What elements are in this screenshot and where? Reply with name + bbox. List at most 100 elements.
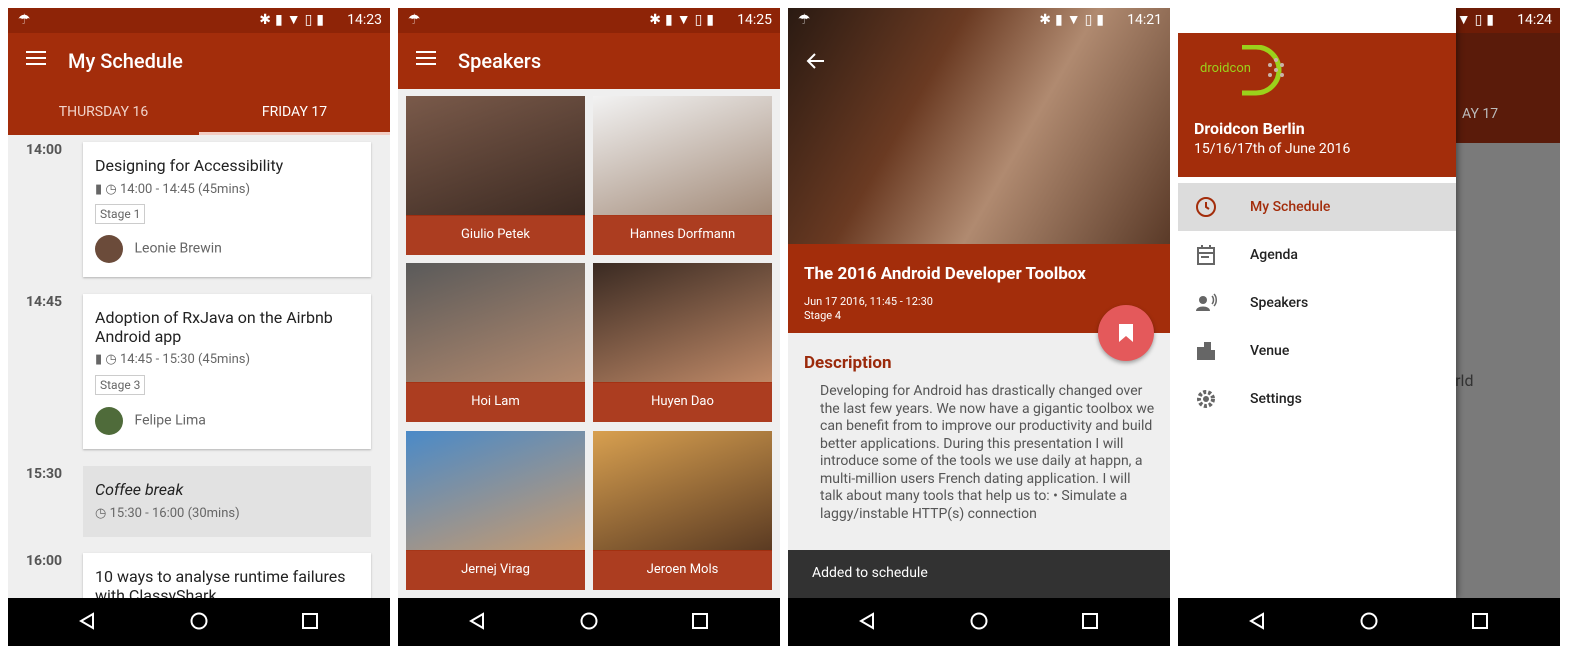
back-icon[interactable] [468, 612, 486, 630]
speaker-tile[interactable]: Giulio Petek [406, 96, 585, 255]
break-meta: ◷ 15:30 - 16:00 (30mins) [95, 506, 240, 521]
session-title: Adoption of RxJava on the Airbnb Android… [95, 308, 333, 346]
session-card[interactable]: Adoption of RxJava on the Airbnb Android… [83, 294, 371, 449]
speaker-name: Felipe Lima [134, 412, 206, 429]
clock-icon: ◷ [105, 182, 117, 197]
status-icons: ✱▮▼▯▮ [1039, 12, 1108, 28]
speaker[interactable]: Felipe Lima [95, 407, 206, 435]
description-text: Developing for Android has drastically c… [820, 383, 1155, 522]
home-icon[interactable] [190, 612, 208, 630]
description-heading: Description [804, 353, 892, 373]
page-title: My Schedule [68, 49, 183, 73]
stage-badge: Stage 1 [95, 204, 146, 224]
speaker-photo [593, 263, 772, 383]
snackbar: Added to schedule [788, 550, 1170, 598]
speaker-photo [406, 263, 585, 383]
navigation-drawer: droidcon Droidcon Berlin 15/16/17th of J… [1178, 8, 1456, 598]
speaker-tile[interactable]: Hoi Lam [406, 263, 585, 422]
slot-time: 14:45 [26, 294, 63, 310]
drawer-item-label: Agenda [1250, 247, 1298, 263]
avatar [95, 407, 123, 435]
recents-icon[interactable] [301, 612, 319, 630]
speaker-name: Huyen Dao [593, 382, 772, 422]
status-time: 14:23 [347, 12, 382, 28]
system-nav-bar [398, 598, 780, 646]
speaker-name: Leonie Brewin [134, 240, 222, 257]
back-icon[interactable] [858, 612, 876, 630]
drawer-item-label: My Schedule [1250, 199, 1331, 215]
home-icon[interactable] [580, 612, 598, 630]
session-card[interactable]: Designing for Accessibility ▮ ◷ 14:00 - … [83, 142, 371, 277]
speaker-tile[interactable]: Jernej Virag [406, 431, 585, 590]
recents-icon[interactable] [1081, 612, 1099, 630]
bookmark-fab[interactable] [1098, 305, 1154, 361]
drawer-item-agenda[interactable]: Agenda [1178, 231, 1456, 279]
session-time: 14:45 - 15:30 (45mins) [119, 352, 251, 367]
talk-detail-screen: ☂ ✱▮▼▯▮ 14:21 The 2016 Android Developer… [788, 8, 1170, 646]
status-icons: ✱▮▼▯▮ [259, 12, 328, 28]
day-tabs: THURSDAY 16 FRIDAY 17 [8, 89, 390, 135]
calendar-icon [1197, 245, 1215, 265]
slot-time: 16:00 [26, 553, 63, 569]
android-notification-icon: ☂ [798, 12, 811, 28]
tab-friday[interactable]: FRIDAY 17 [199, 104, 390, 120]
drawer-item-settings[interactable]: Settings [1178, 375, 1456, 423]
back-icon[interactable] [1248, 612, 1266, 630]
speaker-photo [593, 96, 772, 216]
menu-icon[interactable] [26, 51, 46, 65]
recents-icon[interactable] [691, 612, 709, 630]
menu-icon[interactable] [416, 51, 436, 65]
app-bar: My Schedule [8, 33, 390, 89]
session-meta: ▮ ◷ 14:45 - 15:30 (45mins) [95, 352, 250, 367]
status-time: 14:24 [1517, 12, 1552, 28]
slot-time: 14:00 [26, 142, 63, 158]
navigation-drawer-screen: AY 17 orld ☂ ✱▮▼▯▮ 14:24 droidcon Droidc… [1178, 8, 1560, 646]
clock-icon [1196, 197, 1216, 217]
speaker-name: Hannes Dorfmann [593, 215, 772, 255]
break-title: Coffee break [95, 480, 184, 499]
app-bar: Speakers [398, 33, 780, 89]
home-icon[interactable] [970, 612, 988, 630]
status-bar: ☂ ✱▮▼▯▮ 14:25 [398, 8, 780, 33]
talk-meta: Jun 17 2016, 11:45 - 12:30 Stage 4 [804, 295, 933, 323]
status-bar: ☂ ✱▮▼▯▮ 14:21 [788, 8, 1170, 33]
back-icon[interactable] [78, 612, 96, 630]
speaker-photo [406, 431, 585, 551]
system-nav-bar [1178, 598, 1560, 646]
speaker-name: Jeroen Mols [593, 550, 772, 590]
speaker-tile[interactable]: Huyen Dao [593, 263, 772, 422]
bookmark-icon [1119, 324, 1133, 342]
speaker-name: Hoi Lam [406, 382, 585, 422]
tab-indicator [199, 132, 390, 135]
speaker-hero-photo [788, 8, 1170, 244]
android-notification-icon: ☂ [18, 12, 31, 28]
break-time: 15:30 - 16:00 (30mins) [109, 506, 240, 521]
speaker-tile[interactable]: Hannes Dorfmann [593, 96, 772, 255]
event-dates: 15/16/17th of June 2016 [1194, 141, 1351, 157]
speaker-photo [406, 96, 585, 216]
drawer-header: droidcon Droidcon Berlin 15/16/17th of J… [1178, 33, 1456, 177]
drawer-item-my-schedule[interactable]: My Schedule [1178, 183, 1456, 231]
system-nav-bar [8, 598, 390, 646]
drawer-item-speakers[interactable]: Speakers [1178, 279, 1456, 327]
clock-icon: ◷ [105, 352, 117, 367]
session-time: 14:00 - 14:45 (45mins) [119, 182, 251, 197]
back-arrow-icon[interactable] [806, 52, 826, 70]
session-meta: ▮ ◷ 14:00 - 14:45 (45mins) [95, 182, 250, 197]
drawer-item-label: Speakers [1250, 295, 1309, 311]
speaker[interactable]: Leonie Brewin [95, 235, 222, 263]
event-name: Droidcon Berlin [1194, 119, 1305, 138]
my-schedule-screen: ☂ ✱▮▼▯▮ 14:23 My Schedule THURSDAY 16 FR… [8, 8, 390, 646]
clock-icon: ◷ [95, 506, 107, 521]
android-notification-icon: ☂ [408, 12, 421, 28]
tab-thursday[interactable]: THURSDAY 16 [8, 104, 199, 120]
recents-icon[interactable] [1471, 612, 1489, 630]
speaker-voice-icon [1196, 293, 1217, 311]
snackbar-text: Added to schedule [812, 565, 928, 581]
speaker-tile[interactable]: Jeroen Mols [593, 431, 772, 590]
status-bar: ☂ ✱▮▼▯▮ 14:23 [8, 8, 390, 33]
avatar [95, 235, 123, 263]
home-icon[interactable] [1360, 612, 1378, 630]
drawer-item-label: Venue [1250, 343, 1290, 359]
drawer-item-venue[interactable]: Venue [1178, 327, 1456, 375]
